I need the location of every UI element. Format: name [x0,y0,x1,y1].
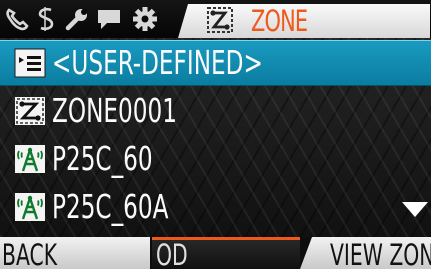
list-item-label: ZONE0001 [52,91,177,130]
middle-softkey-label: OD [156,238,188,269]
zone-icon [204,6,236,34]
view-zone-button[interactable]: VIEW ZON [300,237,431,269]
list-item[interactable]: <USER-DEFINED> [0,40,431,86]
zone-list[interactable]: <USER-DEFINED> ZONE0001 P25C_60 P25C_60A [0,38,431,237]
list-item[interactable]: ZONE0001 [0,88,431,134]
tab-title: ZONE [251,4,308,38]
signal-icon[interactable] [32,5,60,33]
back-button-label: BACK [2,238,58,269]
tab-zone[interactable]: ZONE [178,4,430,38]
message-icon[interactable] [92,5,126,33]
list-item-label: P25C_60 [52,139,153,178]
list-icon [8,40,52,86]
list-item[interactable]: P25C_60 [0,136,431,182]
softkey-divider [152,237,300,240]
phone-icon[interactable] [2,5,32,33]
middle-softkey[interactable]: OD [152,237,300,269]
list-item-label: <USER-DEFINED> [52,43,263,82]
tab-bar: ZONE [0,0,431,38]
list-item-label: P25C_60A [52,187,169,226]
tower-icon [8,184,52,230]
list-item[interactable]: P25C_60A [0,184,431,230]
softkey-bar: BACK OD VIEW ZON [0,237,431,269]
scroll-down-icon[interactable] [402,202,428,217]
wrench-icon[interactable] [62,5,92,33]
tower-icon [8,136,52,182]
gear-icon[interactable] [128,5,162,33]
zone-icon [8,88,52,134]
view-zone-button-label: VIEW ZON [330,238,431,269]
back-button[interactable]: BACK [0,237,150,269]
